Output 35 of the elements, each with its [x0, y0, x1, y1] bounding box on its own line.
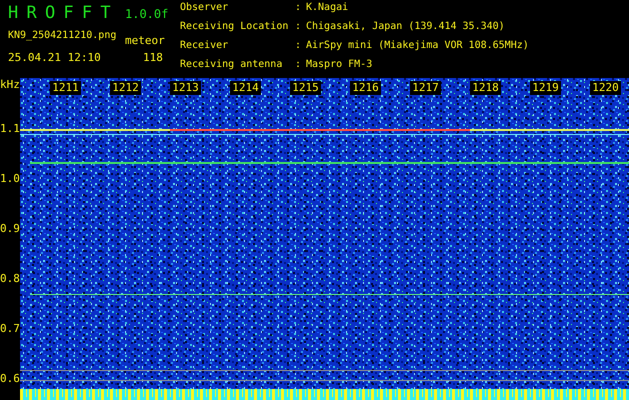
time-label: 1211 [50, 81, 81, 95]
info-label: Observer [180, 2, 230, 15]
date-time: 25.04.21 12:10 [8, 50, 102, 64]
app-title: H R O F F T [8, 3, 112, 23]
axis-tick-label: 0.9 [0, 222, 20, 236]
time-label: 1215 [290, 81, 321, 95]
info-label: Receiving Location [180, 21, 290, 34]
info-label: Receiving antenna [180, 59, 284, 72]
colon-separator: : [295, 40, 302, 53]
file-name: KN9_2504211210.png [8, 30, 118, 40]
colon-separator: : [295, 59, 302, 72]
time-label: 1212 [110, 81, 141, 95]
axis-tick-label: 1.0 [0, 172, 20, 186]
time-label: 1220 [590, 81, 621, 95]
colon-separator: : [295, 21, 302, 34]
time-label: 1218 [470, 81, 501, 95]
time-label: 1213 [170, 81, 201, 95]
info-label: Receiver [180, 40, 230, 53]
time-label: 1217 [410, 81, 441, 95]
info-value: K.Nagai [306, 2, 350, 15]
time-label: 1214 [230, 81, 261, 95]
count-label: meteor [125, 34, 165, 46]
meteor-count: 118 [143, 50, 163, 64]
time-label: 1219 [530, 81, 561, 95]
axis-unit: kHz [0, 78, 20, 91]
version-label: 1.0.0f [125, 7, 168, 21]
info-value: AirSpy mini (Miakejima VOR 108.65MHz) [306, 40, 529, 53]
axis-tick-label: 0.7 [0, 322, 20, 336]
axis-tick-label: 0.8 [0, 272, 20, 286]
info-value: Maspro FM-3 [306, 59, 374, 72]
time-label: 1216 [350, 81, 381, 95]
axis-tick-label: 0.6 [0, 372, 20, 386]
colon-separator: : [295, 2, 302, 15]
axis-tick-label: 1.1 [0, 122, 20, 136]
info-value: Chigasaki, Japan (139.414 35.340) [306, 21, 506, 34]
